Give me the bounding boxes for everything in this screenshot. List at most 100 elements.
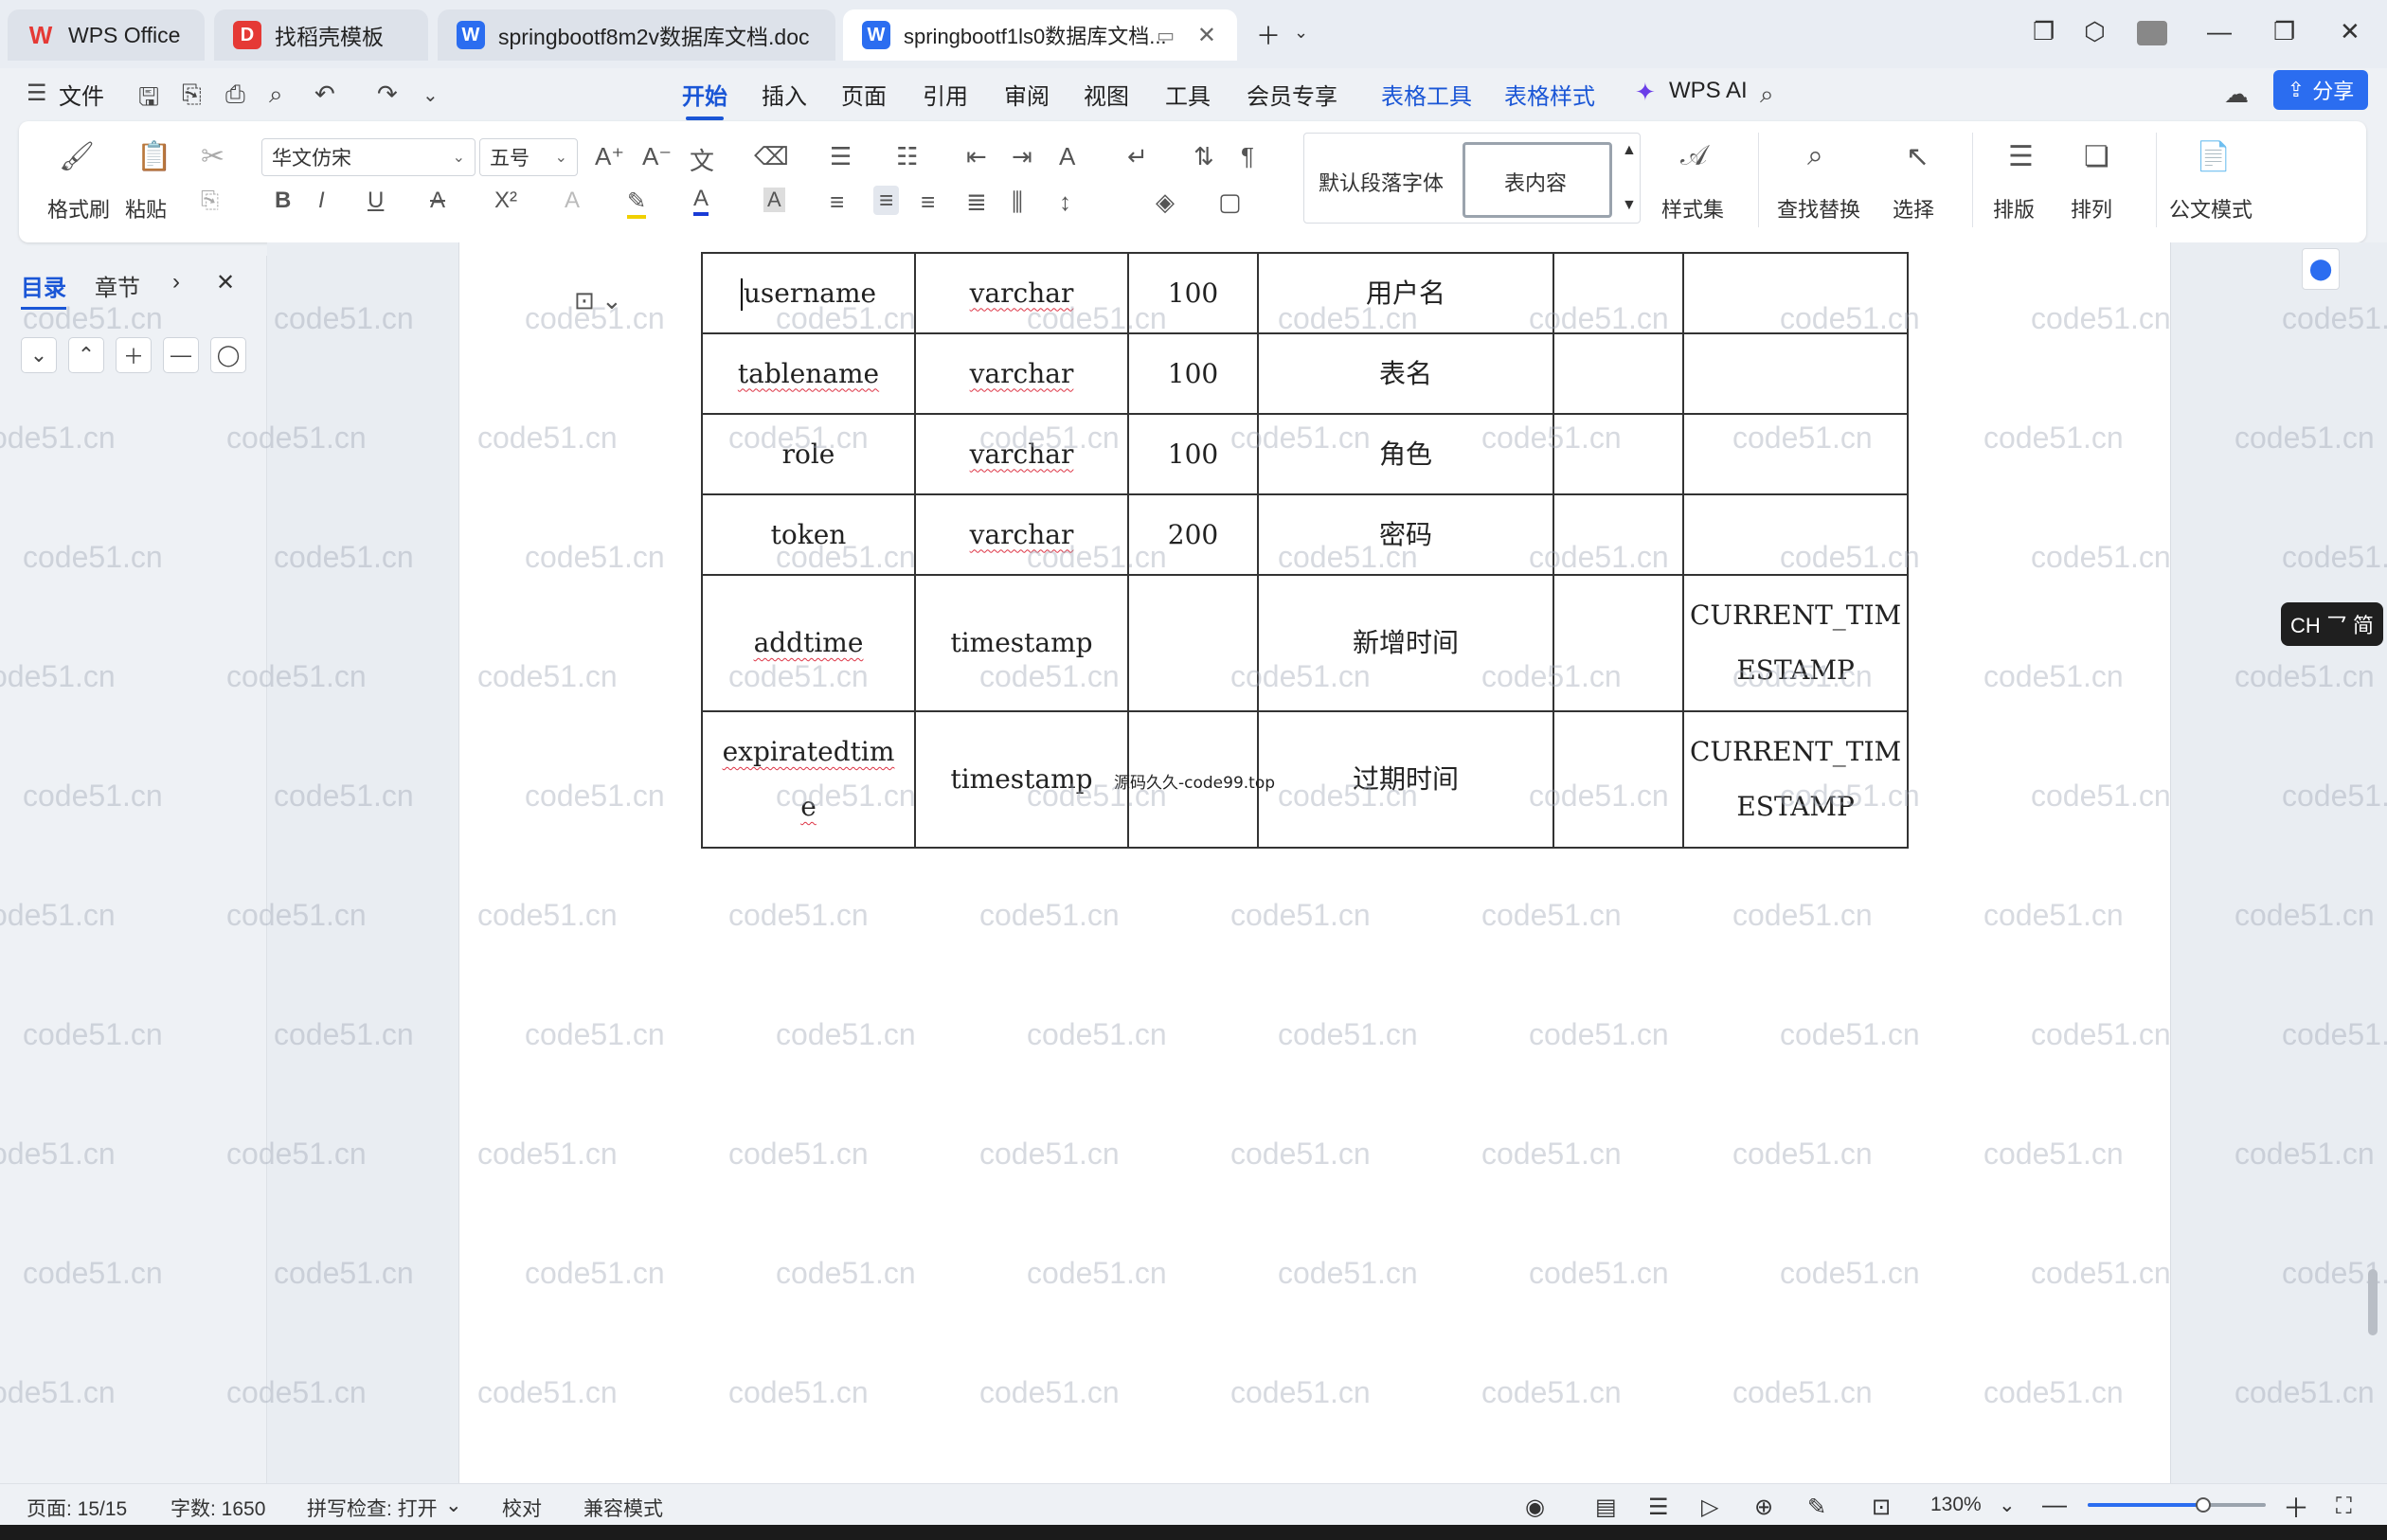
official-mode-label[interactable]: 公文模式 bbox=[2169, 193, 2252, 224]
table-cell[interactable]: CURRENT_TIM ESTAMP bbox=[1681, 574, 1910, 712]
outline-view-icon[interactable]: ☰ bbox=[1648, 1494, 1669, 1521]
collapse-all-button[interactable]: ⌄ bbox=[21, 337, 57, 373]
menu-home[interactable]: 开始 bbox=[682, 78, 727, 120]
new-tab-icon[interactable]: ＋ bbox=[1256, 17, 1281, 52]
remove-heading-button[interactable]: — bbox=[163, 337, 199, 373]
official-doc-icon[interactable]: 📄 bbox=[2196, 140, 2231, 173]
cube-icon[interactable]: ⬡ bbox=[2084, 17, 2106, 46]
close-window-icon[interactable]: ✕ bbox=[2340, 17, 2360, 46]
justify-icon[interactable]: ≣ bbox=[966, 188, 987, 217]
table-cell[interactable]: 用户名 bbox=[1257, 252, 1554, 334]
menu-table-style[interactable]: 表格样式 bbox=[1504, 78, 1595, 111]
menu-file[interactable]: 文件 bbox=[59, 78, 104, 111]
chevron-down-icon[interactable]: ⌄ bbox=[445, 1494, 462, 1517]
line-spacing-icon[interactable]: ↕ bbox=[1059, 188, 1071, 217]
table-cell[interactable] bbox=[1127, 574, 1259, 712]
cut-icon[interactable]: ✂ bbox=[201, 140, 224, 173]
select-label[interactable]: 选择 bbox=[1893, 193, 1934, 224]
grow-font-icon[interactable]: A⁺ bbox=[595, 142, 624, 171]
strikethrough-icon[interactable]: A bbox=[430, 188, 445, 214]
table-cell[interactable]: varchar bbox=[914, 332, 1129, 415]
web-view-icon[interactable]: ⊕ bbox=[1754, 1494, 1773, 1521]
table-cell[interactable]: addtime bbox=[701, 574, 916, 712]
table-cell[interactable]: 角色 bbox=[1257, 413, 1554, 495]
play-icon[interactable]: ▷ bbox=[1701, 1494, 1718, 1521]
table-cell[interactable]: 200 bbox=[1127, 493, 1259, 576]
expand-up-button[interactable]: ⌃ bbox=[68, 337, 104, 373]
avatar[interactable] bbox=[2137, 21, 2167, 45]
tab-chapter[interactable]: 章节 bbox=[95, 269, 140, 302]
style-set-icon[interactable]: 𝒜 bbox=[1680, 140, 1707, 172]
share-button[interactable]: ⇪ 分享 bbox=[2273, 70, 2368, 110]
table-cell[interactable]: tablename bbox=[701, 332, 916, 415]
table-cell[interactable]: timestamp bbox=[914, 710, 1129, 849]
paste-label[interactable]: 粘贴 bbox=[125, 193, 167, 224]
chevron-down-icon[interactable]: ⌄ bbox=[1999, 1494, 2016, 1517]
underline-icon[interactable]: U bbox=[368, 188, 384, 214]
page-indicator[interactable]: 页面: 15/15 bbox=[27, 1494, 127, 1522]
window-tile-icon[interactable]: ❐ bbox=[2033, 17, 2055, 46]
clear-format-icon[interactable]: ⌫ bbox=[754, 142, 789, 171]
bold-icon[interactable]: B bbox=[275, 188, 291, 214]
toc-settings-button[interactable]: ◯ bbox=[210, 337, 246, 373]
chevron-right-icon[interactable]: › bbox=[172, 269, 180, 295]
menu-reference[interactable]: 引用 bbox=[923, 78, 968, 111]
table-cell[interactable]: token bbox=[701, 493, 916, 576]
select-cursor-icon[interactable]: ↖ bbox=[1906, 140, 1929, 173]
format-painter-label[interactable]: 格式刷 bbox=[47, 193, 110, 224]
copy-icon[interactable]: ⎘ bbox=[201, 188, 219, 214]
save-icon[interactable]: 🖫 bbox=[138, 80, 159, 121]
table-cell[interactable] bbox=[1552, 710, 1684, 849]
style-current[interactable]: 表内容 bbox=[1504, 167, 1567, 197]
table-cell[interactable]: varchar bbox=[914, 252, 1129, 334]
cloud-upload-icon[interactable]: ☁ bbox=[2224, 80, 2249, 109]
menu-insert[interactable]: 插入 bbox=[762, 78, 807, 111]
increase-indent-icon[interactable]: ⇥ bbox=[1012, 142, 1032, 171]
table-cell[interactable]: 新增时间 bbox=[1257, 574, 1554, 712]
arrange-icon[interactable]: ❏ bbox=[2084, 140, 2109, 173]
compat-mode[interactable]: 兼容模式 bbox=[583, 1494, 663, 1522]
line-break-icon[interactable]: ↵ bbox=[1127, 142, 1148, 171]
table-cell[interactable]: 100 bbox=[1127, 413, 1259, 495]
menu-table-tools[interactable]: 表格工具 bbox=[1381, 78, 1472, 111]
align-center-icon[interactable]: ≡ bbox=[873, 186, 900, 215]
menu-tools[interactable]: 工具 bbox=[1165, 78, 1211, 111]
close-tab-icon[interactable]: ✕ bbox=[1197, 22, 1216, 49]
align-left-icon[interactable]: ≡ bbox=[830, 188, 844, 217]
find-replace-label[interactable]: 查找替换 bbox=[1777, 193, 1860, 224]
menu-member[interactable]: 会员专享 bbox=[1247, 78, 1337, 111]
show-marks-icon[interactable]: ¶ bbox=[1241, 142, 1254, 171]
table-cell[interactable]: varchar bbox=[914, 413, 1129, 495]
chevron-down-icon[interactable]: ⌄ bbox=[422, 83, 439, 107]
chevron-up-icon[interactable]: ▲ bbox=[1622, 142, 1637, 159]
location-pin-button[interactable]: ⬤ bbox=[2302, 248, 2340, 290]
find-icon[interactable]: ⌕ bbox=[1807, 140, 1823, 172]
tab-wps-office[interactable]: W WPS Office bbox=[8, 9, 205, 61]
text-direction-icon[interactable]: A bbox=[1059, 142, 1075, 171]
table-cell[interactable] bbox=[1552, 574, 1684, 712]
print-preview-icon[interactable]: ⌕ bbox=[269, 80, 283, 110]
table-cell[interactable] bbox=[1681, 413, 1910, 495]
table-cell[interactable]: 过期时间 bbox=[1257, 710, 1554, 849]
table-layout-icon[interactable]: ⊡ ⌄ bbox=[574, 286, 622, 315]
table-cell[interactable] bbox=[1681, 493, 1910, 576]
table-cell[interactable]: varchar bbox=[914, 493, 1129, 576]
numbered-list-icon[interactable]: ☷ bbox=[896, 142, 918, 171]
tab-toc[interactable]: 目录 bbox=[21, 269, 66, 310]
format-painter-icon[interactable]: 🖌 bbox=[59, 140, 95, 173]
table-cell[interactable] bbox=[1552, 332, 1684, 415]
table-cell[interactable]: 100 bbox=[1127, 332, 1259, 415]
font-color-icon[interactable]: A bbox=[693, 186, 709, 216]
table-cell[interactable]: username bbox=[701, 252, 916, 334]
highlight-icon[interactable]: ✎ bbox=[627, 188, 647, 219]
menu-review[interactable]: 审阅 bbox=[1004, 78, 1050, 111]
typeset-icon[interactable]: ☰ bbox=[2008, 140, 2034, 173]
font-family-select[interactable]: 华文仿宋 ⌄ bbox=[261, 138, 476, 176]
redo-icon[interactable]: ↷ bbox=[377, 80, 398, 109]
page-view-icon[interactable]: ▤ bbox=[1595, 1494, 1617, 1521]
arrange-label[interactable]: 排列 bbox=[2071, 193, 2112, 224]
menu-view[interactable]: 视图 bbox=[1084, 78, 1129, 111]
export-icon[interactable]: ⎘ bbox=[182, 80, 202, 110]
style-set-label[interactable]: 样式集 bbox=[1661, 193, 1724, 224]
sort-icon[interactable]: ⇅ bbox=[1194, 142, 1214, 171]
